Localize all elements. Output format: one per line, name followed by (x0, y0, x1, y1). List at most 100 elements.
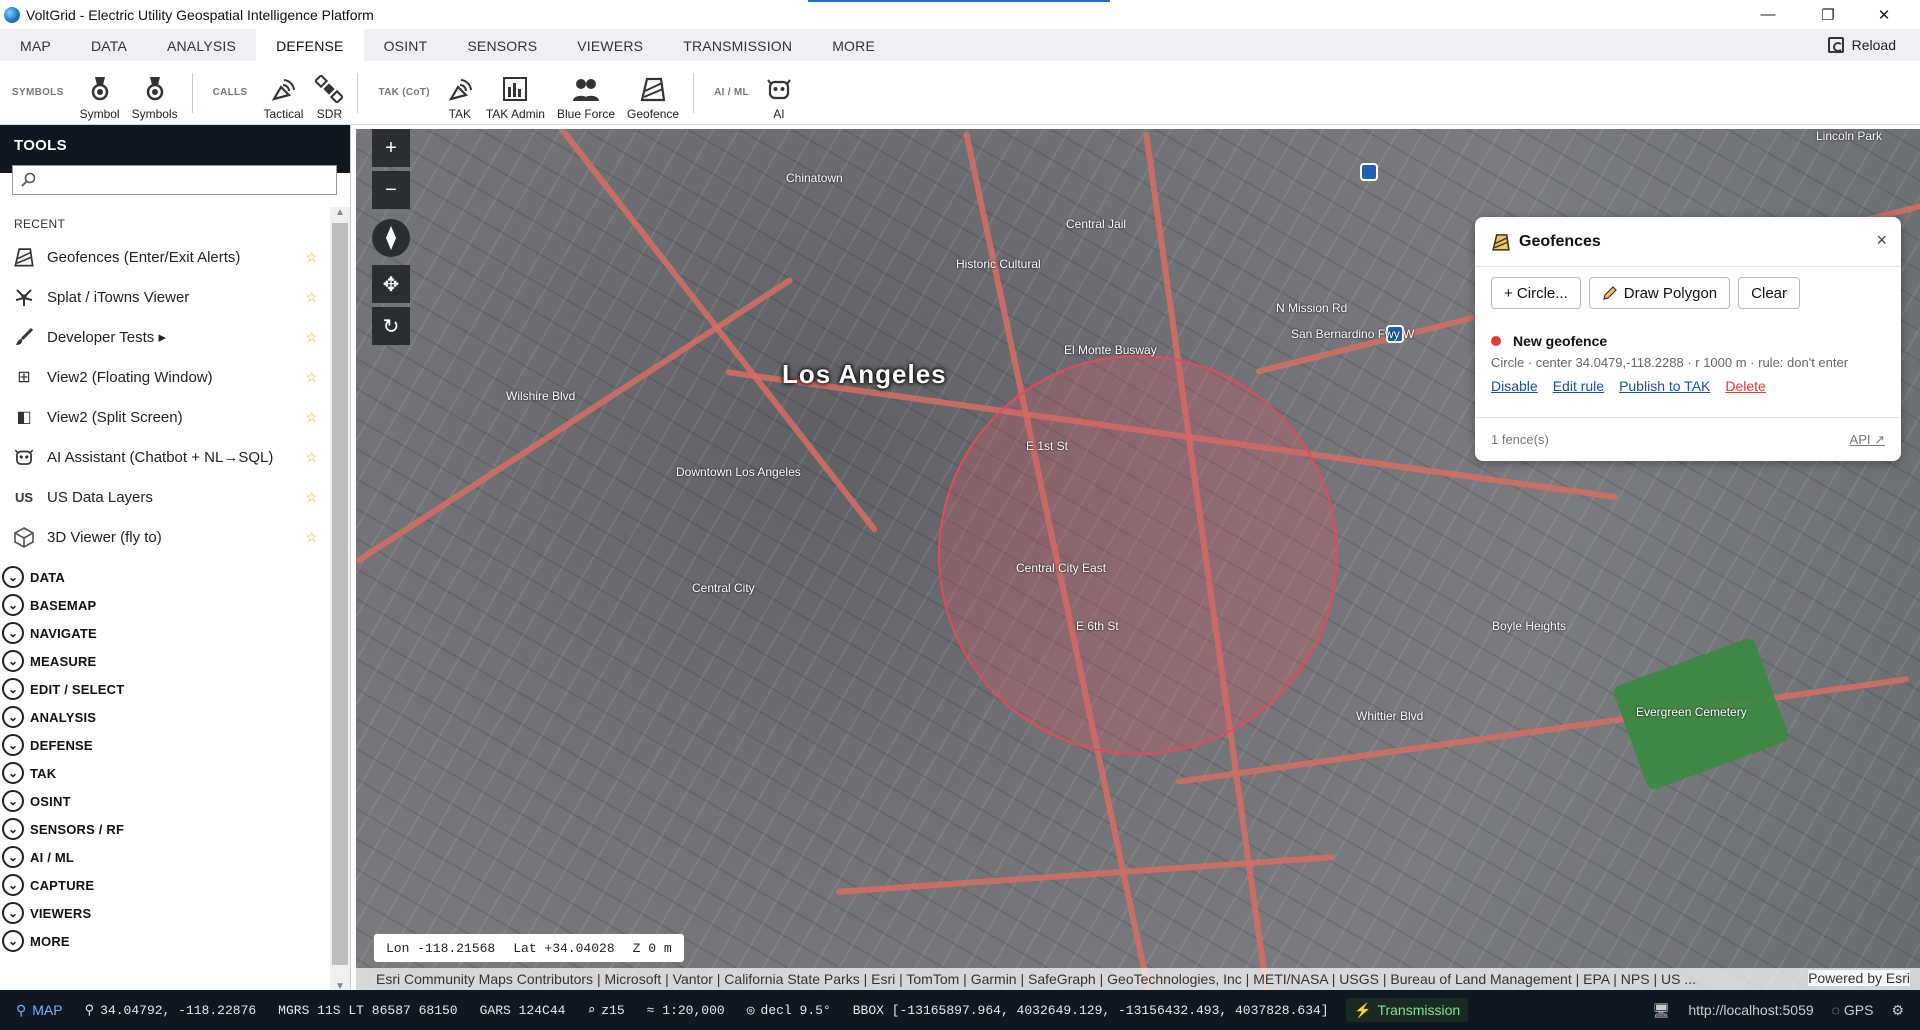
star-icon[interactable]: ☆ (305, 489, 318, 506)
category-osint[interactable]: ⌄ OSINT (0, 787, 330, 815)
edit-rule-link[interactable]: Edit rule (1553, 378, 1604, 394)
tab-defense[interactable]: DEFENSE (256, 29, 364, 61)
tool-label: Geofences (Enter/Exit Alerts) (47, 248, 241, 266)
geofence-description: Circle · center 34.0479,-118.2288 · r 10… (1491, 355, 1849, 370)
map-label: Central City East (1016, 561, 1107, 575)
symbols-button[interactable]: Symbols (126, 65, 184, 121)
symbol-button[interactable]: Symbol (74, 65, 126, 121)
geofences-header: Geofences (1475, 217, 1901, 267)
category-capture[interactable]: ⌄ CAPTURE (0, 871, 330, 899)
ai-label: AI (773, 106, 785, 121)
tab-viewers[interactable]: VIEWERS (557, 29, 663, 61)
category-more[interactable]: ⌄ MORE (0, 927, 330, 955)
ribbon-group-tak: TAK (CoT) (378, 87, 430, 98)
scroll-up-arrow-icon[interactable]: ▲ (330, 207, 350, 223)
tools-scrollbar[interactable]: ▲ ▼ (330, 207, 350, 997)
reload-button[interactable]: Reload (1827, 29, 1896, 61)
clear-button[interactable]: Clear (1738, 277, 1801, 309)
publish-to-tak-link[interactable]: Publish to TAK (1619, 378, 1710, 394)
geofence-button[interactable]: Geofence (621, 65, 685, 121)
geofences-title: Geofences (1519, 232, 1601, 250)
zoom-out-button[interactable]: − (372, 171, 410, 209)
disable-link[interactable]: Disable (1491, 378, 1538, 394)
api-link[interactable]: API ↗ (1850, 432, 1885, 448)
star-icon[interactable]: ☆ (305, 449, 318, 466)
tak-admin-button[interactable]: TAK Admin (480, 65, 551, 121)
pan-icon[interactable]: ✥ (372, 265, 410, 303)
category-measure[interactable]: ⌄ MEASURE (0, 647, 330, 675)
compass-icon[interactable] (372, 219, 410, 257)
ribbon-separator (191, 72, 193, 113)
blue-force-button[interactable]: Blue Force (551, 65, 621, 121)
category-edit-select[interactable]: ⌄ EDIT / SELECT (0, 675, 330, 703)
tab-data[interactable]: DATA (71, 29, 147, 61)
category-analysis[interactable]: ⌄ ANALYSIS (0, 703, 330, 731)
tak-label: TAK (448, 106, 472, 121)
satellite-dish-icon (448, 78, 472, 101)
star-icon[interactable]: ☆ (305, 369, 318, 386)
category-navigate[interactable]: ⌄ NAVIGATE (0, 619, 330, 647)
add-circle-button[interactable]: + Circle... (1491, 277, 1581, 309)
rotate-icon[interactable]: ↻ (372, 307, 410, 345)
close-icon[interactable]: × (1876, 230, 1887, 251)
category-tak[interactable]: ⌄ TAK (0, 759, 330, 787)
star-icon[interactable]: ☆ (305, 249, 318, 266)
map-attribution: Esri Community Maps Contributors | Micro… (356, 968, 1920, 990)
sdr-button[interactable]: SDR (309, 65, 349, 121)
tab-transmission[interactable]: TRANSMISSION (663, 29, 812, 61)
geofence-circle[interactable] (938, 355, 1338, 755)
star-icon[interactable]: ☆ (305, 289, 318, 306)
gps-indicator[interactable]: ◌ GPS (1832, 1002, 1874, 1018)
tool-ai-assistant[interactable]: AI Assistant (Chatbot + NL→SQL) ☆ (0, 437, 330, 477)
tool-3d-viewer[interactable]: 3D Viewer (fly to) ☆ (0, 517, 330, 557)
tak-button[interactable]: TAK (440, 65, 480, 121)
geofence-item: New geofence Circle · center 34.0479,-11… (1491, 333, 1885, 394)
tab-analysis[interactable]: ANALYSIS (147, 29, 256, 61)
close-button[interactable]: ✕ (1856, 0, 1912, 29)
tab-sensors[interactable]: SENSORS (447, 29, 557, 61)
transmission-badge[interactable]: ⚡ Transmission (1346, 998, 1469, 1022)
category-sensors-rf[interactable]: ⌄ SENSORS / RF (0, 815, 330, 843)
restore-button[interactable]: ❐ (1800, 0, 1856, 29)
geofence-name: New geofence (1513, 333, 1608, 349)
scrollbar-thumb[interactable] (332, 223, 348, 965)
category-defense[interactable]: ⌄ DEFENSE (0, 731, 330, 759)
tactical-button[interactable]: Tactical (257, 65, 309, 121)
map-mode-indicator[interactable]: ⚲ MAP (16, 1002, 63, 1019)
tab-map[interactable]: MAP (0, 29, 71, 61)
star-icon[interactable]: ☆ (305, 529, 318, 546)
category-data[interactable]: ⌄ DATA (0, 563, 330, 591)
host-url[interactable]: http://localhost:5059 (1688, 1002, 1813, 1018)
tools-list: RECENT Geofences (Enter/Exit Alerts) ☆ S… (0, 207, 330, 955)
powered-by-link[interactable]: Powered by Esri (1808, 970, 1910, 986)
magnifier-icon: ⌕ (587, 1002, 596, 1018)
tool-view2-floating[interactable]: ⊞ View2 (Floating Window) ☆ (0, 357, 330, 397)
tool-us-data-layers[interactable]: US US Data Layers ☆ (0, 477, 330, 517)
star-icon[interactable]: ☆ (305, 409, 318, 426)
tools-search-input[interactable] (45, 172, 325, 188)
latlon-readout: ⚲ 34.04792, -118.22876 (85, 1003, 257, 1018)
ai-button[interactable]: AI (759, 65, 799, 121)
minimize-button[interactable]: — (1740, 0, 1796, 29)
robot-icon (13, 446, 35, 468)
tool-developer-tests[interactable]: Developer Tests ▸ ☆ (0, 317, 330, 357)
lightning-icon: ⚡ (1354, 1001, 1372, 1018)
location-pin-icon: ⚲ (84, 1002, 95, 1018)
gear-icon[interactable]: ⚙ (1891, 1002, 1904, 1019)
zoom-in-button[interactable]: + (372, 129, 410, 167)
tool-splat-viewer[interactable]: Splat / iTowns Viewer ☆ (0, 277, 330, 317)
tool-view2-split[interactable]: ◧ View2 (Split Screen) ☆ (0, 397, 330, 437)
chevron-down-icon: ⌄ (2, 762, 24, 784)
draw-polygon-button[interactable]: Draw Polygon (1588, 277, 1731, 309)
star-icon[interactable]: ☆ (305, 329, 318, 346)
tab-more[interactable]: MORE (812, 29, 895, 61)
tab-osint[interactable]: OSINT (364, 29, 448, 61)
category-basemap[interactable]: ⌄ BASEMAP (0, 591, 330, 619)
tool-label: Splat / iTowns Viewer (47, 288, 190, 306)
tools-search-box[interactable] (12, 165, 337, 195)
category-ai-ml[interactable]: ⌄ AI / ML (0, 843, 330, 871)
delete-link[interactable]: Delete (1725, 378, 1765, 394)
category-viewers[interactable]: ⌄ VIEWERS (0, 899, 330, 927)
tool-geofences[interactable]: Geofences (Enter/Exit Alerts) ☆ (0, 237, 330, 277)
category-label: MORE (30, 933, 70, 949)
